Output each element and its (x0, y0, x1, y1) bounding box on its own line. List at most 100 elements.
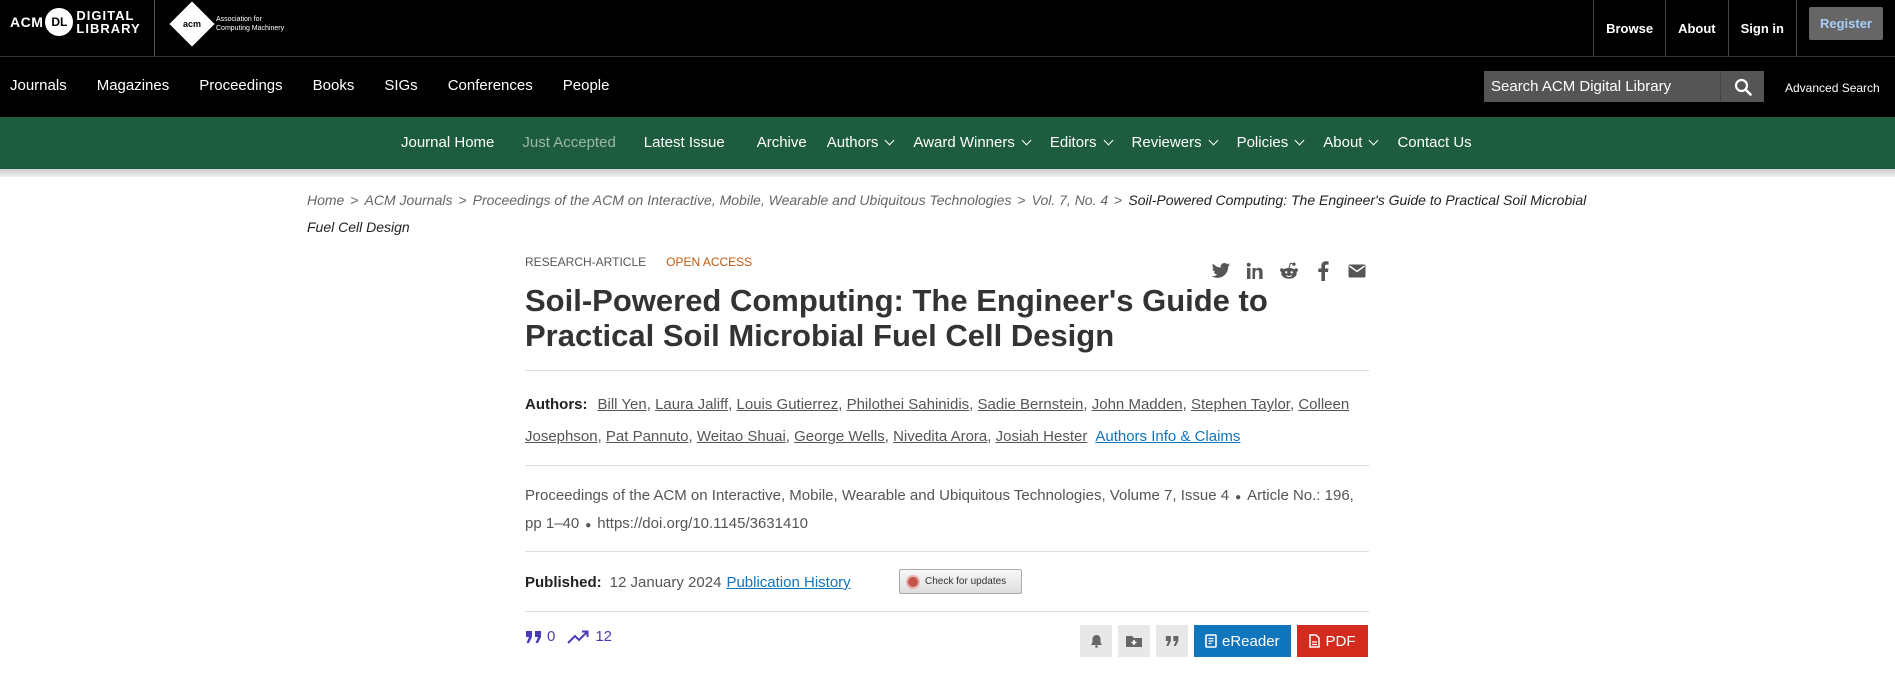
journal-nav-label: Archive (756, 134, 807, 151)
breadcrumb-journal[interactable]: Proceedings of the ACM on Interactive, M… (473, 192, 1012, 208)
bell-icon (1090, 635, 1102, 648)
author-link[interactable]: Nivedita Arora (893, 428, 987, 445)
author-link[interactable]: Bill Yen (598, 396, 647, 413)
journal-nav-label: Policies (1236, 134, 1289, 151)
sign-in-link[interactable]: Sign in (1727, 0, 1796, 56)
check-for-updates-button[interactable]: Check for updates (899, 569, 1022, 594)
logo-dl-badge: DL (45, 8, 74, 36)
folder-plus-icon (1126, 636, 1142, 647)
journal-nav-about[interactable]: About (1323, 134, 1379, 151)
ereader-button[interactable]: eReader (1194, 625, 1291, 657)
journal-nav-authors[interactable]: Authors (827, 134, 895, 151)
downloads-trend-icon (567, 630, 589, 644)
doi-link[interactable]: https://doi.org/10.1145/3631410 (597, 515, 808, 532)
email-icon[interactable] (1347, 261, 1367, 281)
nav-people[interactable]: People (563, 77, 610, 94)
logo-digital-library-text: DIGITAL LIBRARY (76, 9, 140, 35)
nav-books[interactable]: Books (313, 77, 355, 94)
reddit-icon[interactable] (1279, 261, 1299, 281)
twitter-icon[interactable] (1211, 261, 1231, 281)
authors-list: Authors: Bill Yen, Laura Jaliff, Louis Gu… (525, 389, 1369, 453)
acm-assoc-line2: Computing Machinery (216, 25, 285, 32)
author-link[interactable]: John Madden (1092, 396, 1183, 413)
journal-nav-reviewers[interactable]: Reviewers (1131, 134, 1219, 151)
browse-link[interactable]: Browse (1593, 0, 1665, 56)
pdf-label: PDF (1325, 632, 1356, 650)
authors-info-claims-link[interactable]: Authors Info & Claims (1095, 428, 1240, 445)
article-title: Soil-Powered Computing: The Engineer's G… (525, 283, 1268, 353)
open-access-tag: OPEN ACCESS (666, 255, 753, 269)
nav-proceedings[interactable]: Proceedings (199, 77, 282, 94)
article-header: RESEARCH-ARTICLE OPEN ACCESS Soil-Powere… (525, 255, 1369, 657)
acm-dl-logo[interactable]: ACM DL DIGITAL LIBRARY (10, 6, 141, 38)
author-link[interactable]: Philothei Sahinidis (847, 396, 970, 413)
advanced-search-link[interactable]: Advanced Search (1785, 81, 1880, 95)
volume-link[interactable]: Volume 7 (1110, 487, 1173, 504)
nav-shadow (0, 169, 1895, 177)
register-button[interactable]: Register (1808, 7, 1883, 40)
add-to-binder-button[interactable] (1118, 625, 1150, 657)
cite-button[interactable] (1156, 625, 1188, 657)
journal-nav-label: Reviewers (1131, 134, 1202, 151)
journal-nav-contact-us[interactable]: Contact Us (1397, 134, 1471, 151)
chevron-down-icon (1103, 135, 1113, 146)
journal-nav-latest-issue[interactable]: Latest Issue (644, 134, 725, 151)
article-metrics: 0 12 (525, 628, 612, 645)
journal-nav-label: Editors (1049, 134, 1097, 151)
main-nav: Journals Magazines Proceedings Books SIG… (10, 77, 639, 94)
journal-nav-just-accepted[interactable]: Just Accepted (522, 134, 615, 151)
facebook-icon[interactable] (1313, 261, 1333, 281)
check-for-updates-label: Check for updates (925, 576, 1007, 587)
author-link[interactable]: Louis Gutierrez (737, 396, 839, 413)
crossmark-icon (906, 574, 920, 589)
journal-nav-label: Journal Home (401, 134, 495, 151)
journal-nav-award-winners[interactable]: Award Winners (913, 134, 1032, 151)
publication-history-link[interactable]: Publication History (726, 574, 850, 591)
register-wrap: Register (1795, 0, 1895, 56)
acm-mark-text: acm (182, 18, 202, 29)
linkedin-icon[interactable] (1245, 261, 1265, 281)
author-link[interactable]: Weitao Shuai (697, 428, 786, 445)
divider (525, 611, 1369, 612)
author-link[interactable]: Stephen Taylor (1191, 396, 1290, 413)
about-link[interactable]: About (1665, 0, 1728, 56)
author-link[interactable]: George Wells (794, 428, 885, 445)
author-link[interactable]: Laura Jaliff (655, 396, 728, 413)
chevron-down-icon (1369, 135, 1379, 146)
nav-sigs[interactable]: SIGs (384, 77, 417, 94)
breadcrumb-issue[interactable]: Vol. 7, No. 4 (1032, 192, 1109, 208)
acm-association-logo[interactable]: acm Association for Computing Machinery (169, 1, 285, 47)
issue-link[interactable]: Issue 4 (1181, 487, 1229, 504)
nav-conferences[interactable]: Conferences (448, 77, 533, 94)
journal-nav-archive[interactable]: Archive (757, 134, 807, 151)
journal-navbar: Journal Home Just Accepted Latest Issue Arc… (0, 117, 1895, 169)
citation-count[interactable]: 0 (547, 628, 555, 645)
alert-button[interactable] (1080, 625, 1112, 657)
search-button[interactable] (1720, 71, 1764, 102)
published-date: 12 January 2024 (609, 574, 722, 591)
journal-nav-journal-home[interactable]: Journal Home (401, 134, 494, 151)
publication-info: Proceedings of the ACM on Interactive, M… (525, 487, 1354, 532)
breadcrumb-home[interactable]: Home (307, 192, 344, 208)
journal-nav-label: Just Accepted (522, 134, 616, 151)
author-link[interactable]: Josiah Hester (996, 428, 1088, 445)
breadcrumb: Home > ACM Journals > Proceedings of the ACM… (307, 192, 1587, 235)
nav-journals[interactable]: Journals (10, 77, 67, 94)
search-input[interactable]: Search ACM Digital Library (1484, 71, 1720, 102)
journal-nav-editors[interactable]: Editors (1049, 134, 1113, 151)
pdf-icon (1308, 634, 1320, 648)
page-range: pp 1–40 (525, 515, 580, 532)
journal-nav: Journal Home Just Accepted Latest Issue Arc… (401, 134, 1472, 151)
authors-label: Authors: (525, 396, 588, 413)
download-count[interactable]: 12 (595, 628, 612, 645)
journal-link[interactable]: Proceedings of the ACM on Interactive, M… (525, 487, 1101, 504)
author-link[interactable]: Sadie Bernstein (978, 396, 1084, 413)
logo-line-library: LIBRARY (76, 21, 141, 36)
journal-nav-policies[interactable]: Policies (1236, 134, 1305, 151)
nav-magazines[interactable]: Magazines (97, 77, 170, 94)
top-header: ACM DL DIGITAL LIBRARY acm Association f… (0, 0, 1895, 56)
breadcrumb-acm-journals[interactable]: ACM Journals (365, 192, 453, 208)
pdf-button[interactable]: PDF (1296, 625, 1368, 657)
author-link[interactable]: Pat Pannuto (606, 428, 689, 445)
article-number: Article No.: 196, (1247, 487, 1354, 504)
